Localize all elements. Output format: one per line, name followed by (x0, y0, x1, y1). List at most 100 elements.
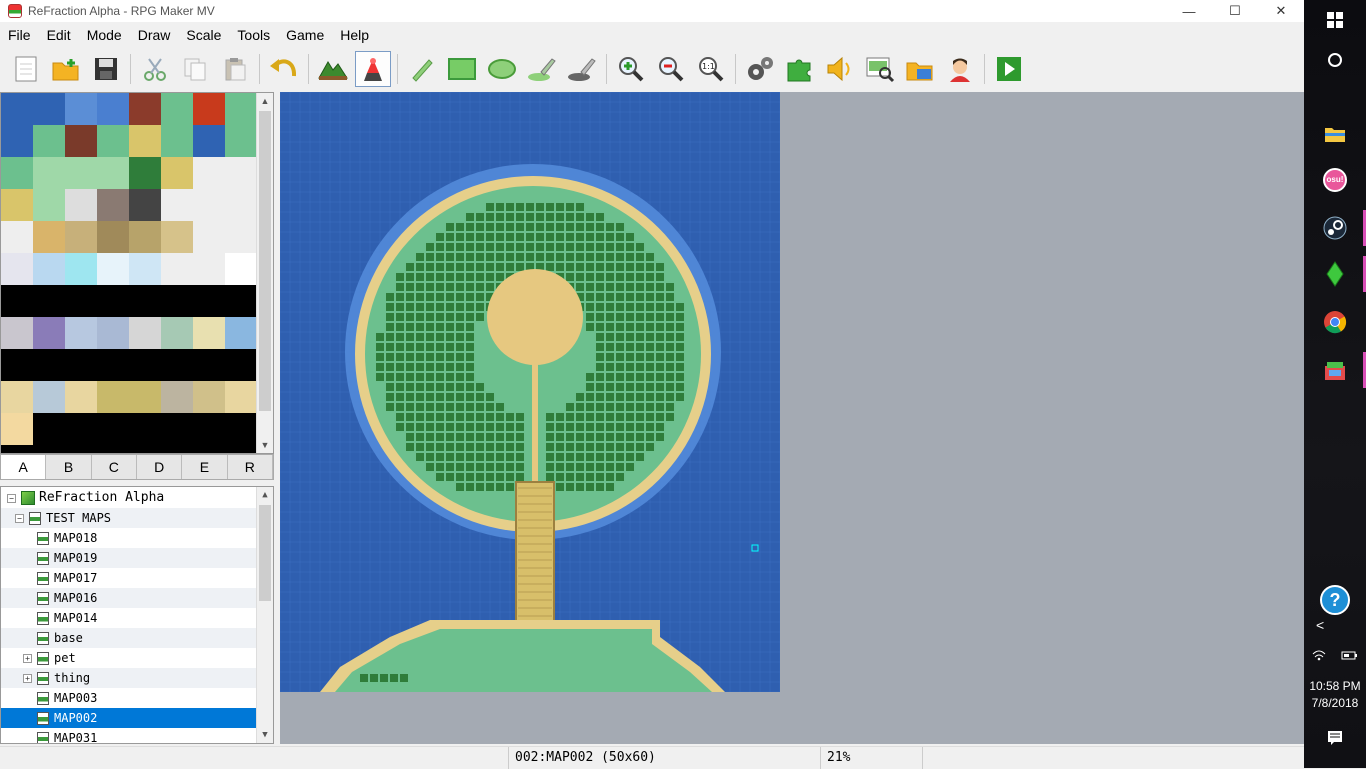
tileset-tile[interactable] (225, 317, 257, 349)
tileset-palette[interactable]: ▲ ▼ (0, 92, 274, 454)
tileset-tile[interactable] (97, 285, 129, 317)
tab-r[interactable]: R (228, 455, 273, 479)
menu-edit[interactable]: Edit (39, 24, 79, 46)
tree-item-map016[interactable]: MAP016 (1, 588, 258, 608)
tileset-tile[interactable] (97, 349, 129, 381)
tree-scrollbar[interactable]: ▲ ▼ (256, 487, 273, 743)
tileset-tile[interactable] (129, 157, 161, 189)
action-center-button[interactable] (1304, 718, 1366, 758)
game-app-button[interactable] (1304, 350, 1366, 390)
event-mode-button[interactable] (355, 51, 391, 87)
zoom-out-button[interactable] (653, 51, 689, 87)
tab-b[interactable]: B (46, 455, 92, 479)
tileset-tile[interactable] (33, 221, 65, 253)
tileset-tile[interactable] (1, 381, 33, 413)
tree-item-map019[interactable]: MAP019 (1, 548, 258, 568)
flood-fill-button[interactable] (524, 51, 560, 87)
wifi-icon[interactable] (1312, 649, 1326, 661)
scroll-up-icon[interactable]: ▲ (257, 93, 273, 109)
sims-button[interactable] (1304, 254, 1366, 294)
map-mode-button[interactable] (315, 51, 351, 87)
scroll-up-icon[interactable]: ▲ (257, 487, 273, 503)
chrome-button[interactable] (1304, 302, 1366, 342)
tileset-tile[interactable] (193, 253, 225, 285)
tileset-tile[interactable] (129, 221, 161, 253)
tileset-tile[interactable] (33, 349, 65, 381)
tileset-tile[interactable] (129, 253, 161, 285)
plugin-manager-button[interactable] (782, 51, 818, 87)
menu-help[interactable]: Help (332, 24, 377, 46)
character-generator-button[interactable] (942, 51, 978, 87)
map-tree[interactable]: − ReFraction Alpha − TEST MAPS MAP018 MAP01… (0, 486, 274, 744)
tileset-tile[interactable] (1, 125, 33, 157)
tileset-tile[interactable] (193, 285, 225, 317)
tileset-tile[interactable] (193, 317, 225, 349)
tileset-tile[interactable] (33, 125, 65, 157)
tree-item-base[interactable]: base (1, 628, 258, 648)
menu-scale[interactable]: Scale (178, 24, 229, 46)
tileset-tile[interactable] (129, 317, 161, 349)
tileset-tile[interactable] (97, 381, 129, 413)
playtest-button[interactable] (991, 51, 1027, 87)
ellipse-button[interactable] (484, 51, 520, 87)
tileset-tile[interactable] (225, 93, 257, 125)
tileset-tile[interactable] (97, 221, 129, 253)
scroll-down-icon[interactable]: ▼ (257, 727, 273, 743)
tileset-tile[interactable] (97, 157, 129, 189)
tileset-tile[interactable] (1, 253, 33, 285)
tileset-tile[interactable] (97, 93, 129, 125)
menu-file[interactable]: File (0, 24, 39, 46)
sound-test-button[interactable] (822, 51, 858, 87)
tileset-tile[interactable] (225, 253, 257, 285)
tree-item-map003[interactable]: MAP003 (1, 688, 258, 708)
close-button[interactable]: ✕ (1258, 0, 1304, 22)
tree-project-row[interactable]: − ReFraction Alpha (1, 488, 258, 508)
new-project-button[interactable] (8, 51, 44, 87)
osu-button[interactable]: osu! (1304, 160, 1366, 200)
actual-size-button[interactable]: 1:1 (693, 51, 729, 87)
tileset-tile[interactable] (65, 285, 97, 317)
tileset-tile[interactable] (129, 189, 161, 221)
tileset-tile[interactable] (225, 349, 257, 381)
zoom-in-button[interactable] (613, 51, 649, 87)
tileset-tile[interactable] (65, 317, 97, 349)
cortana-button[interactable] (1304, 40, 1366, 80)
tileset-tile[interactable] (33, 157, 65, 189)
tileset-tile[interactable] (161, 221, 193, 253)
pencil-button[interactable] (404, 51, 440, 87)
tileset-tile[interactable] (1, 189, 33, 221)
tileset-tile[interactable] (225, 221, 257, 253)
map-view[interactable] (280, 92, 780, 692)
taskbar-clock[interactable]: 10:58 PM 7/8/2018 (1304, 678, 1366, 712)
tileset-tile[interactable] (1, 349, 33, 381)
tileset-tile[interactable] (97, 189, 129, 221)
menu-draw[interactable]: Draw (130, 24, 179, 46)
tileset-tile[interactable] (193, 189, 225, 221)
tileset-tile[interactable] (33, 93, 65, 125)
steam-button[interactable] (1304, 208, 1366, 248)
tab-e[interactable]: E (182, 455, 228, 479)
tab-d[interactable]: D (137, 455, 183, 479)
scroll-thumb[interactable] (259, 505, 271, 601)
menu-tools[interactable]: Tools (229, 24, 278, 46)
tileset-tile[interactable] (193, 349, 225, 381)
shadow-pen-button[interactable] (564, 51, 600, 87)
tileset-tile[interactable] (161, 125, 193, 157)
tileset-tile[interactable] (161, 157, 193, 189)
scroll-down-icon[interactable]: ▼ (257, 437, 273, 453)
tab-a[interactable]: A (1, 455, 47, 479)
map-canvas[interactable] (280, 92, 1304, 744)
tileset-tile[interactable] (225, 413, 257, 445)
tileset-tile[interactable] (33, 253, 65, 285)
tree-item-thing[interactable]: + thing (1, 668, 258, 688)
tileset-tile[interactable] (65, 93, 97, 125)
battery-icon[interactable] (1341, 649, 1359, 661)
show-hidden-icons-button[interactable]: < (1304, 610, 1366, 640)
menu-game[interactable]: Game (278, 24, 332, 46)
tileset-tile[interactable] (161, 189, 193, 221)
tileset-tile[interactable] (225, 125, 257, 157)
file-explorer-button[interactable] (1304, 114, 1366, 154)
menu-mode[interactable]: Mode (79, 24, 130, 46)
tree-item-test-maps[interactable]: − TEST MAPS (1, 508, 258, 528)
resource-manager-button[interactable] (902, 51, 938, 87)
